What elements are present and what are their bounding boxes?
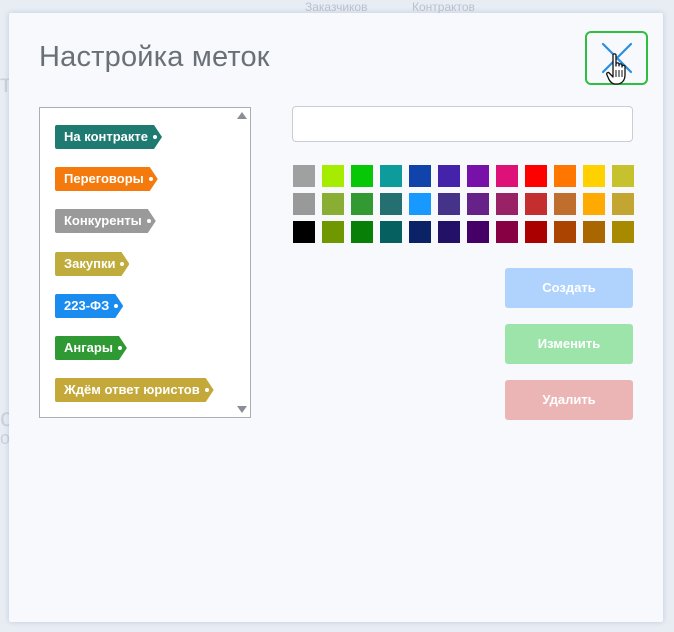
tag-list[interactable]: На контракте Переговоры Конкуренты Закуп… xyxy=(39,107,251,418)
tag-item[interactable]: Ангары xyxy=(55,336,127,360)
color-swatch[interactable] xyxy=(554,221,576,243)
color-swatch[interactable] xyxy=(525,165,547,187)
tag-dot-icon xyxy=(205,388,209,392)
tag-label: Закупки xyxy=(64,256,116,271)
tag-settings-dialog: Настройка меток На контракте Переговоры … xyxy=(9,13,663,622)
tag-item[interactable]: На контракте xyxy=(55,125,162,149)
delete-button[interactable]: Удалить xyxy=(505,380,633,420)
color-swatch[interactable] xyxy=(351,193,373,215)
color-swatch[interactable] xyxy=(380,165,402,187)
dialog-title: Настройка меток xyxy=(39,41,270,73)
tag-label: Конкуренты xyxy=(64,213,142,228)
color-swatch[interactable] xyxy=(351,221,373,243)
color-swatch[interactable] xyxy=(409,221,431,243)
color-swatch[interactable] xyxy=(438,193,460,215)
color-swatch[interactable] xyxy=(380,221,402,243)
tag-item[interactable]: Переговоры xyxy=(55,167,158,191)
tag-item[interactable]: Конкуренты xyxy=(55,209,156,233)
tag-label: Переговоры xyxy=(64,171,144,186)
color-swatch[interactable] xyxy=(496,193,518,215)
color-swatch[interactable] xyxy=(583,165,605,187)
color-swatch[interactable] xyxy=(612,193,634,215)
color-swatch[interactable] xyxy=(293,193,315,215)
tag-label: Ангары xyxy=(64,340,113,355)
tag-dot-icon xyxy=(114,304,118,308)
edit-button[interactable]: Изменить xyxy=(505,324,633,364)
color-swatch[interactable] xyxy=(554,165,576,187)
color-swatch[interactable] xyxy=(583,221,605,243)
tag-dot-icon xyxy=(147,219,151,223)
color-swatch[interactable] xyxy=(322,165,344,187)
color-swatch[interactable] xyxy=(293,165,315,187)
color-swatch[interactable] xyxy=(409,165,431,187)
color-swatch[interactable] xyxy=(467,165,489,187)
color-swatch[interactable] xyxy=(322,193,344,215)
tag-dot-icon xyxy=(149,177,153,181)
scroll-down-arrow-icon[interactable] xyxy=(237,406,247,413)
color-swatch[interactable] xyxy=(351,165,373,187)
tag-label: Ждём ответ юристов xyxy=(64,382,200,397)
color-swatch[interactable] xyxy=(438,165,460,187)
color-swatch[interactable] xyxy=(293,221,315,243)
color-swatch[interactable] xyxy=(525,221,547,243)
background-tab-contracts: Контрактов xyxy=(412,0,475,14)
background-tab-customers: Заказчиков xyxy=(305,0,368,14)
tag-dot-icon xyxy=(120,262,124,266)
tag-label: На контракте xyxy=(64,129,148,144)
color-swatch[interactable] xyxy=(322,221,344,243)
tag-dot-icon xyxy=(153,135,157,139)
color-swatch[interactable] xyxy=(583,193,605,215)
tag-label: 223-ФЗ xyxy=(64,298,110,313)
tag-item[interactable]: Закупки xyxy=(55,252,129,276)
color-swatch[interactable] xyxy=(409,193,431,215)
tag-item[interactable]: 223-ФЗ xyxy=(55,294,123,318)
color-swatch[interactable] xyxy=(496,165,518,187)
color-palette xyxy=(293,165,634,243)
tag-name-input[interactable] xyxy=(292,106,633,142)
color-swatch[interactable] xyxy=(380,193,402,215)
tag-item[interactable]: Ждём ответ юристов xyxy=(55,378,214,402)
color-swatch[interactable] xyxy=(612,221,634,243)
color-swatch[interactable] xyxy=(554,193,576,215)
color-swatch[interactable] xyxy=(438,221,460,243)
color-swatch[interactable] xyxy=(467,193,489,215)
color-swatch[interactable] xyxy=(612,165,634,187)
tag-dot-icon xyxy=(118,346,122,350)
color-swatch[interactable] xyxy=(496,221,518,243)
color-swatch[interactable] xyxy=(467,221,489,243)
hand-pointer-icon xyxy=(606,53,626,85)
create-button[interactable]: Создать xyxy=(505,268,633,308)
scroll-up-arrow-icon[interactable] xyxy=(237,112,247,119)
color-swatch[interactable] xyxy=(525,193,547,215)
